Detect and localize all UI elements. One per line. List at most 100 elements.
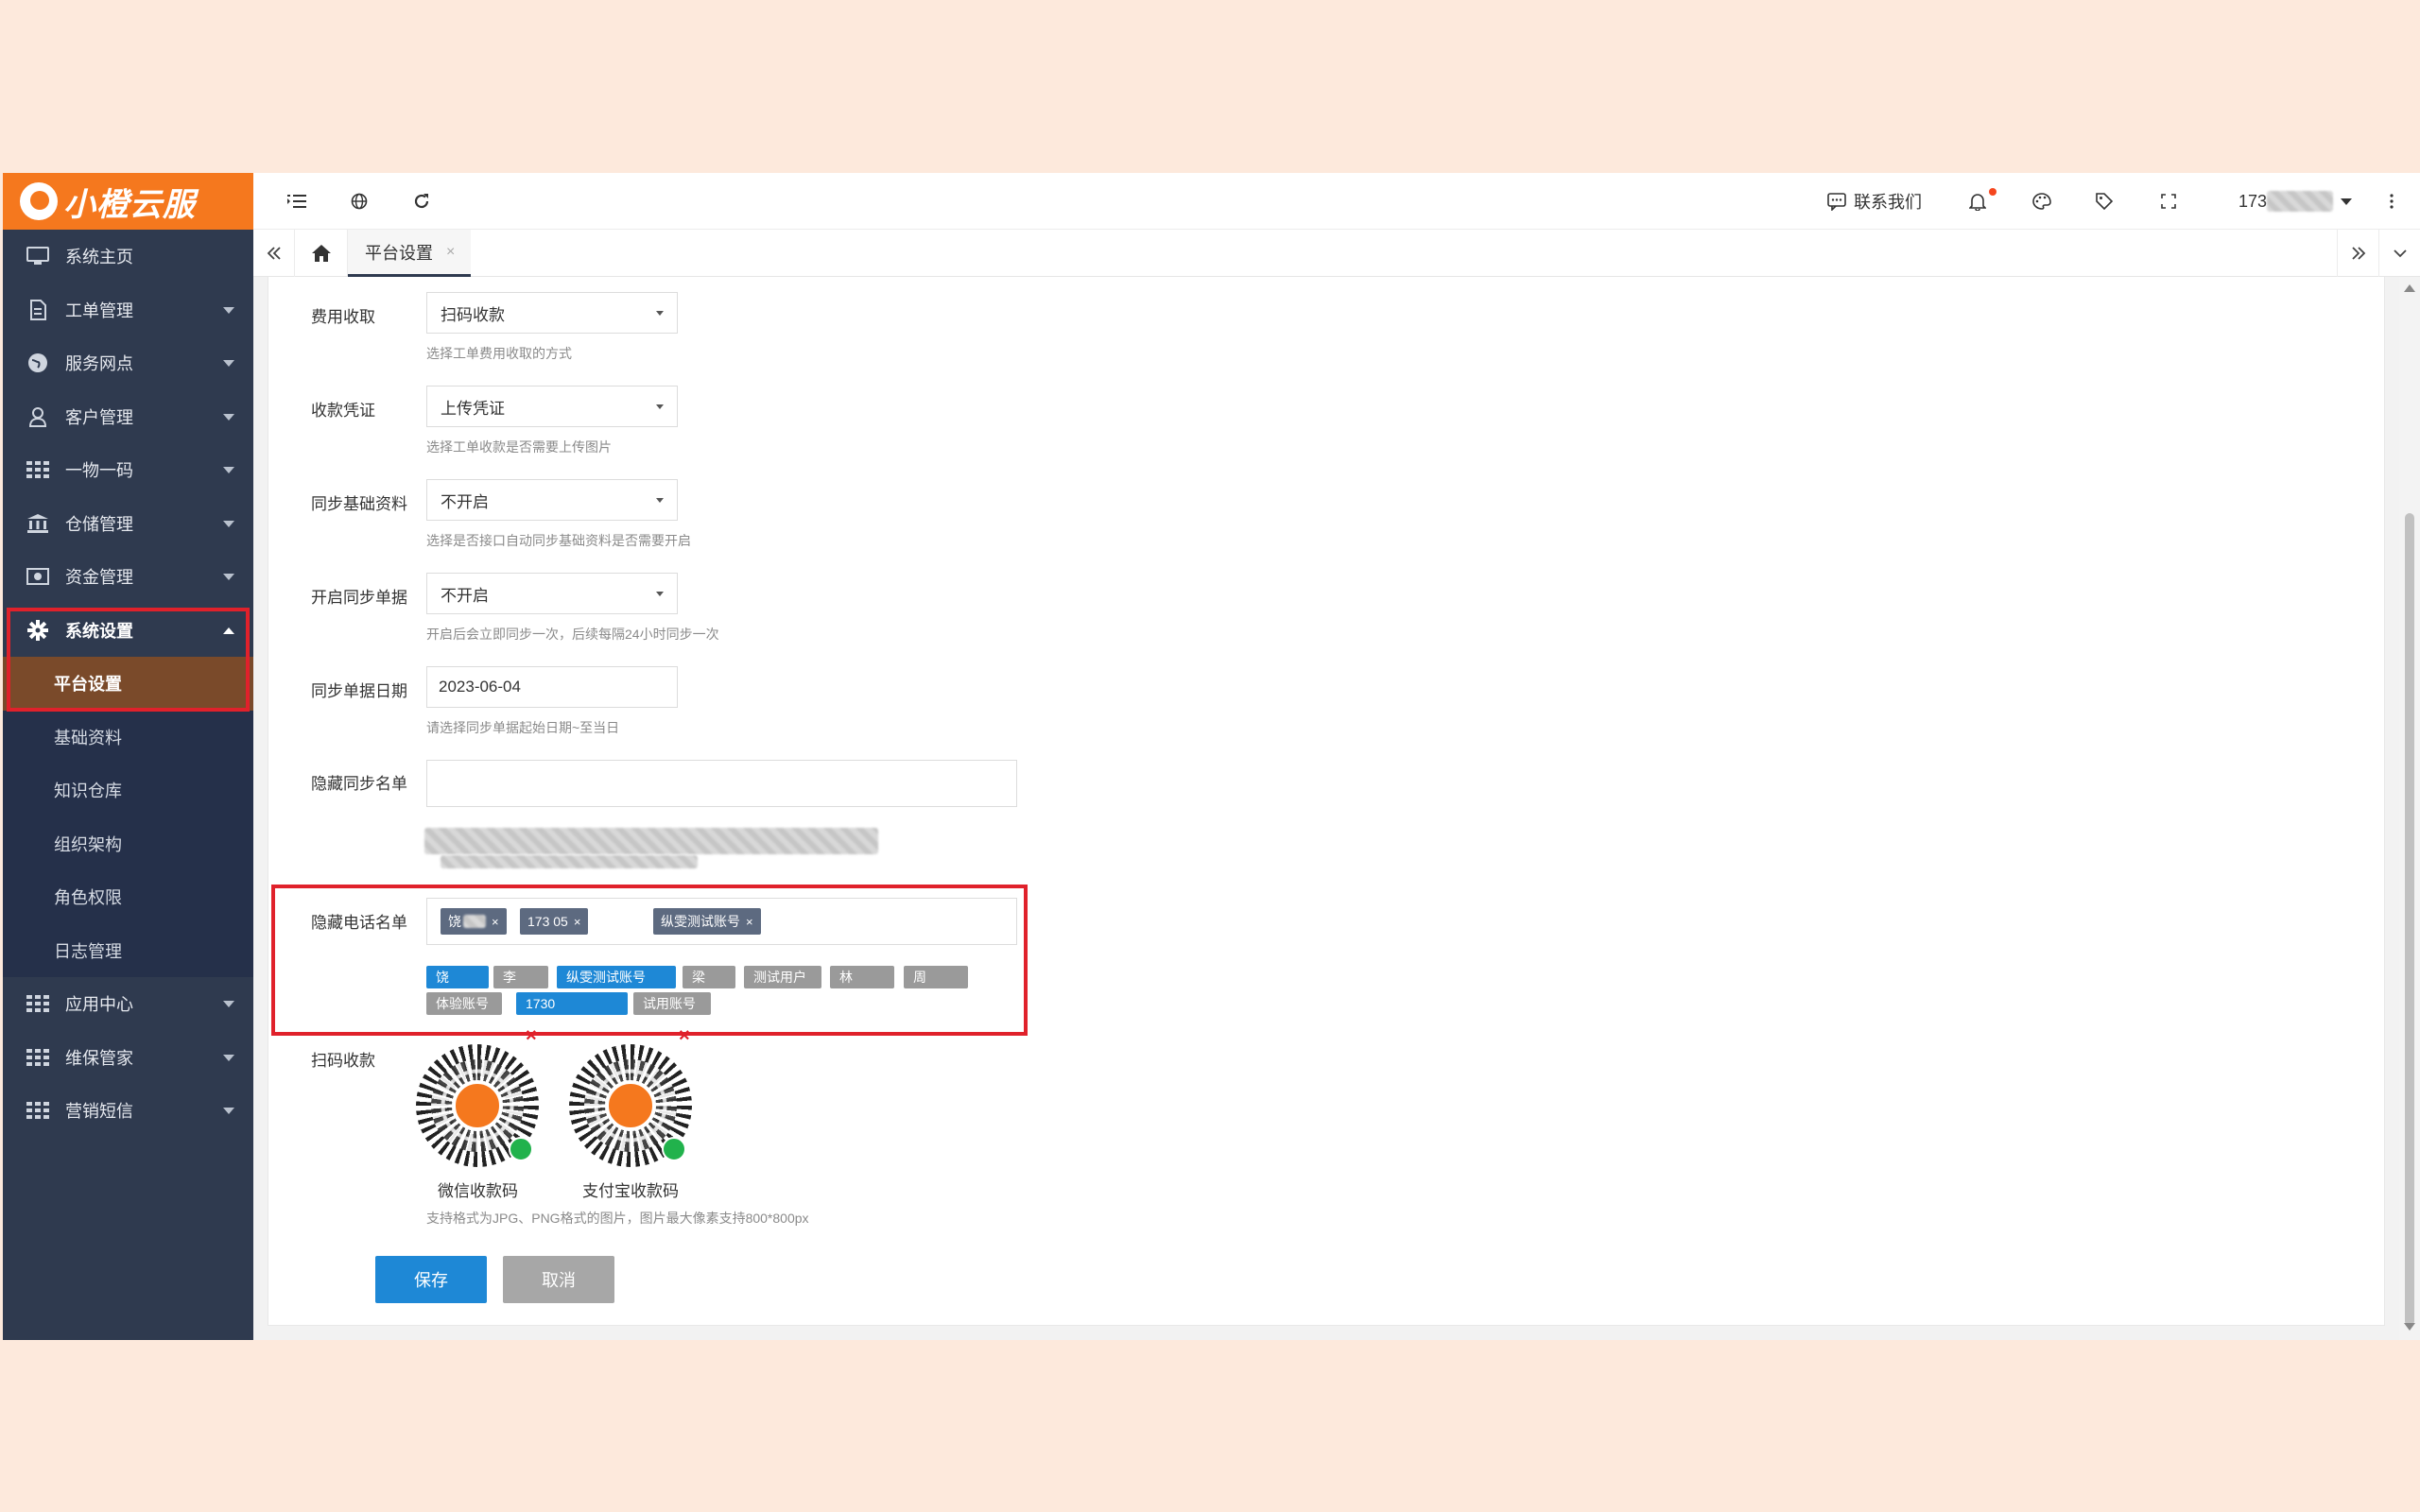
grid-icon	[26, 1101, 50, 1120]
tab-scroll-right-button[interactable]	[2337, 230, 2378, 277]
sidebar-item-funds[interactable]: 资金管理	[3, 550, 253, 604]
sidebar-item-maintenance[interactable]: 维保管家	[3, 1031, 253, 1085]
tab-close-icon[interactable]: ×	[446, 244, 455, 261]
chat-icon	[1827, 193, 1846, 211]
cancel-button[interactable]: 取消	[503, 1256, 614, 1303]
voucher-select-value: 上传凭证	[441, 399, 505, 418]
sync-basic-label: 同步基础资料	[311, 495, 407, 513]
sidebar-subitem-platform-settings[interactable]: 平台设置	[3, 657, 253, 711]
tag-redacted	[463, 915, 486, 928]
globe-button[interactable]	[344, 186, 374, 216]
sidebar-item-system-settings[interactable]: 系统设置	[3, 604, 253, 658]
more-button[interactable]	[2380, 186, 2403, 216]
sidebar-item-app-center[interactable]: 应用中心	[3, 977, 253, 1031]
double-chevron-right-icon	[2351, 247, 2365, 260]
sidebar-subitem-roles[interactable]: 角色权限	[3, 870, 253, 924]
phone-option-chip[interactable]: 林	[830, 966, 894, 988]
sync-basic-select[interactable]: 不开启	[426, 479, 678, 521]
phone-option-chip[interactable]: 试用账号	[633, 992, 711, 1015]
user-name: 173	[2238, 191, 2268, 211]
selected-tag[interactable]: 纵雯测试账号 ×	[653, 908, 761, 935]
scroll-up-icon[interactable]	[2404, 284, 2415, 292]
sidebar-subitem-label: 角色权限	[54, 888, 122, 908]
chevron-up-icon	[223, 627, 234, 634]
sync-date-help: 请选择同步单据起始日期~至当日	[426, 720, 620, 735]
mini-program-icon	[509, 1137, 533, 1161]
hide-sync-input[interactable]	[426, 760, 1017, 807]
sidebar-item-service-points[interactable]: 服务网点	[3, 336, 253, 390]
fee-help: 选择工单费用收取的方式	[426, 346, 572, 361]
sidebar-item-label: 客户管理	[65, 407, 133, 427]
alipay-qr-caption: 支付宝收款码	[582, 1182, 679, 1200]
sync-orders-select-value: 不开启	[441, 586, 489, 605]
content-area: 费用收取 扫码收款 选择工单费用收取的方式 收款凭证 上传凭证 选择工单收款是否…	[253, 277, 2420, 1340]
fullscreen-button[interactable]	[2157, 186, 2180, 216]
qr-logo-icon	[452, 1080, 503, 1131]
sidebar-subitem-logs[interactable]: 日志管理	[3, 924, 253, 978]
scrollbar-thumb[interactable]	[2405, 513, 2414, 1326]
sidebar-item-one-code[interactable]: 一物一码	[3, 443, 253, 497]
sidebar: 小橙云服 系统主页 工单管理 服务网点 客户管理 一物一码 仓储管理 资金管理 …	[3, 173, 253, 1340]
menu-toggle-button[interactable]	[282, 186, 312, 216]
sidebar-item-orders[interactable]: 工单管理	[3, 284, 253, 337]
phone-option-chip[interactable]: 周	[904, 966, 968, 988]
phone-option-chip[interactable]: 梁	[683, 966, 735, 988]
qr-help: 支持格式为JPG、PNG格式的图片，图片最大像素支持800*800px	[426, 1211, 809, 1226]
home-icon	[311, 245, 331, 262]
phone-option-chip[interactable]: 体验账号	[426, 992, 502, 1015]
sidebar-subitem-basic-data[interactable]: 基础资料	[3, 711, 253, 765]
tag-remove-icon[interactable]: ×	[574, 915, 581, 929]
tab-platform-settings[interactable]: 平台设置 ×	[348, 230, 471, 277]
theme-button[interactable]	[2031, 186, 2053, 216]
alipay-qr-image[interactable]	[569, 1044, 692, 1167]
sidebar-subitem-knowledge[interactable]: 知识仓库	[3, 764, 253, 817]
wechat-qr-image[interactable]	[416, 1044, 539, 1167]
logo-icon	[20, 182, 58, 220]
tag-remove-icon[interactable]: ×	[746, 915, 753, 929]
bell-icon	[1969, 194, 1986, 211]
sync-orders-select[interactable]: 不开启	[426, 573, 678, 614]
voucher-select[interactable]: 上传凭证	[426, 386, 678, 427]
refresh-button[interactable]	[406, 186, 437, 216]
hide-sync-options-redacted	[424, 828, 878, 854]
sidebar-item-label: 服务网点	[65, 354, 133, 374]
tab-scroll-left-button[interactable]	[253, 230, 295, 277]
save-button[interactable]: 保存	[375, 1256, 487, 1303]
qr-label: 扫码收款	[311, 1052, 375, 1070]
caret-down-icon	[656, 311, 664, 316]
sidebar-subitem-organization[interactable]: 组织架构	[3, 817, 253, 871]
tag-button[interactable]	[2093, 186, 2116, 216]
chevron-down-icon	[223, 574, 234, 581]
delete-alipay-qr-icon[interactable]: ×	[679, 1025, 690, 1047]
more-vertical-icon	[2390, 194, 2394, 209]
phone-option-chip[interactable]: 1730	[516, 992, 628, 1015]
tag-remove-icon[interactable]: ×	[492, 915, 499, 929]
fee-select[interactable]: 扫码收款	[426, 292, 678, 334]
sidebar-item-label: 系统主页	[65, 248, 133, 267]
tab-menu-button[interactable]	[2378, 230, 2420, 277]
delete-wechat-qr-icon[interactable]: ×	[526, 1025, 537, 1047]
logo[interactable]: 小橙云服	[3, 173, 253, 230]
user-menu[interactable]: 173	[2238, 186, 2352, 216]
phone-option-chip[interactable]: 李	[493, 966, 548, 988]
chevron-down-icon	[223, 1054, 234, 1061]
sidebar-item-sms[interactable]: 营销短信	[3, 1084, 253, 1138]
user-name-redacted	[2267, 191, 2333, 212]
phone-option-chip[interactable]: 饶	[426, 966, 489, 988]
notification-button[interactable]	[1966, 186, 1996, 216]
sidebar-item-label: 应用中心	[65, 995, 133, 1015]
selected-tag[interactable]: 饶 ×	[441, 908, 507, 935]
phone-option-chip[interactable]: 测试用户	[744, 966, 821, 988]
selected-tag[interactable]: 173 05 ×	[520, 908, 589, 935]
sync-date-input[interactable]: 2023-06-04	[426, 666, 678, 708]
phone-option-chip[interactable]: 纵雯测试账号	[557, 966, 676, 988]
tab-home[interactable]	[295, 230, 348, 277]
chevron-down-icon	[2393, 249, 2407, 258]
sidebar-item-home[interactable]: 系统主页	[3, 230, 253, 284]
gear-icon	[26, 619, 50, 641]
vertical-scrollbar[interactable]	[2399, 277, 2420, 1340]
sidebar-item-warehouse[interactable]: 仓储管理	[3, 497, 253, 551]
scroll-down-icon[interactable]	[2404, 1323, 2415, 1331]
sidebar-item-customers[interactable]: 客户管理	[3, 390, 253, 444]
contact-us-button[interactable]: 联系我们	[1827, 186, 1941, 216]
